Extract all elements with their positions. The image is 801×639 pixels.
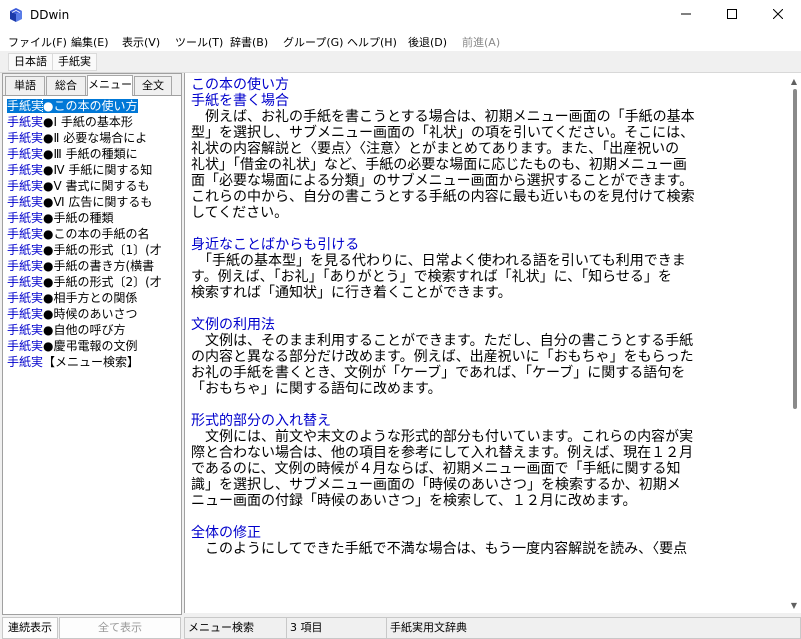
list-item[interactable]: 手紙実●手紙の書き方(横書: [7, 258, 177, 274]
index-pane: 単語 総合 メニュー 全文 手紙実●この本の使い方 手紙実●Ⅰ 手紙の基本形 手…: [2, 73, 182, 615]
scroll-up-arrow-icon[interactable]: ▲: [789, 77, 799, 86]
book-icon: [10, 8, 22, 22]
list-item[interactable]: 手紙実●時候のあいさつ: [7, 306, 177, 322]
close-icon: [772, 8, 784, 20]
paragraph-line: 文例は、そのまま利用することができます。ただし、自分の書こうとする手紙: [191, 333, 694, 349]
section-heading: 形式的部分の入れ替え: [191, 413, 331, 429]
list-item[interactable]: 手紙実●慶弔電報の文例: [7, 338, 177, 354]
list-item[interactable]: 手紙実●手紙の形式〔1〕(才: [7, 242, 177, 258]
status-dictionary: 手紙実用文辞典: [386, 617, 801, 639]
menu-tools[interactable]: ツール(T): [175, 34, 223, 50]
section-heading: 文例の利用法: [191, 317, 275, 333]
list-item[interactable]: 手紙実●Ⅵ 広告に関するも: [7, 194, 177, 210]
menu-forward[interactable]: 前進(A): [462, 34, 500, 50]
article-content: この本の使い方 手紙を書く場合 例えば、お礼の手紙を書こうとする場合は、初期メニュ…: [191, 77, 766, 557]
menu-view[interactable]: 表示(V): [122, 34, 160, 50]
list-item[interactable]: 手紙実●手紙の形式〔2〕(才: [7, 274, 177, 290]
paragraph-line: 文例には、前文や末文のような形式的部分も付いています。これらの内容が実: [191, 429, 694, 445]
paragraph-line: 例えば、お礼の手紙を書こうとする場合は、初期メニュー画面の「手紙の基本: [191, 109, 695, 125]
show-all-button[interactable]: 全て表示: [59, 617, 181, 639]
paragraph-line: 「手紙の基本型」を見る代わりに、日常よく使われる語を引いても利用できま: [191, 253, 686, 269]
section-heading: 手紙を書く場合: [191, 93, 289, 109]
paragraph-line: の内容と異なる部分だけ改めます。例えば、出産祝いに「おもちゃ」をもらった: [191, 349, 694, 365]
list-item[interactable]: 手紙実●相手方との関係: [7, 290, 177, 306]
tab-menu[interactable]: メニュー: [87, 75, 133, 96]
list-item[interactable]: 手紙実●自他の呼び方: [7, 322, 177, 338]
paragraph-line: 礼状の内容解説と〈要点〉〈注意〉とがまとめてあります。また、「出産祝いの: [191, 141, 680, 157]
menu-file[interactable]: ファイル(F): [8, 34, 67, 50]
paragraph-line: してください。: [191, 205, 289, 221]
paragraph-line: 型」を選択し、サブメニュー画面の「礼状」の項を引いてください。そこには、: [191, 125, 695, 141]
maximize-button[interactable]: [709, 0, 755, 31]
search-mode-tabs: 単語 総合 メニュー 全文: [3, 74, 181, 96]
vertical-scrollbar-thumb[interactable]: [793, 89, 797, 409]
paragraph-line: す。例えば、「お礼」「ありがとう」で検索すれば「礼状」に、「知らせる」を: [191, 269, 672, 285]
list-item[interactable]: 手紙実【メニュー検索】: [7, 354, 177, 370]
menu-help[interactable]: ヘルプ(H): [347, 34, 397, 50]
tab-fulltext[interactable]: 全文: [134, 76, 172, 95]
minimize-icon: [681, 13, 691, 15]
close-button[interactable]: [755, 0, 801, 31]
paragraph-line: 際と合わない場合は、他の項目を参考にして入れ替えます。例えば、現在１２月: [191, 445, 694, 461]
section-heading: 身近なことばからも引ける: [191, 237, 360, 253]
list-item[interactable]: 手紙実●Ⅰ 手紙の基本形: [7, 114, 177, 130]
list-item[interactable]: 手紙実●Ⅱ 必要な場合によ: [7, 130, 177, 146]
scroll-down-arrow-icon[interactable]: ▼: [789, 601, 799, 610]
paragraph-line: このようにしてできた手紙で不満な場合は、もう一度内容解説を読み、〈要点: [191, 541, 688, 557]
dictionary-bar: 日本語 手紙実: [0, 51, 801, 73]
paragraph-line: これらの中から、自分の書こうとする手紙の内容に最も近いものを見付けて検索: [191, 189, 695, 205]
paragraph-line: ニュー画面の付録「時候のあいさつ」を検索して、１２月に改めます。: [191, 493, 637, 509]
menu-dictionary[interactable]: 辞書(B): [230, 34, 268, 50]
title-bar: DDwin: [0, 0, 801, 31]
paragraph-line: 識」を選択し、サブメニュー画面の「時候のあいさつ」を検索するか、初期メ: [191, 477, 681, 493]
tab-general[interactable]: 総合: [46, 76, 86, 95]
content-pane: この本の使い方 手紙を書く場合 例えば、お礼の手紙を書こうとする場合は、初期メニュ…: [184, 73, 801, 613]
paragraph-line: であるのに、文例の時候が４月ならば、初期メニュー画面で「手紙に関する知: [191, 461, 681, 477]
dictionary-tab-letters[interactable]: 手紙実: [52, 53, 97, 71]
list-item[interactable]: 手紙実●Ⅳ 手紙に関する知: [7, 162, 177, 178]
section-heading: 全体の修正: [191, 525, 261, 541]
language-tab-japanese[interactable]: 日本語: [8, 53, 53, 71]
menu-group[interactable]: グループ(G): [283, 34, 343, 50]
list-item[interactable]: 手紙実●手紙の種類: [7, 210, 177, 226]
list-item[interactable]: 手紙実●Ⅴ 書式に関するも: [7, 178, 177, 194]
list-item[interactable]: 手紙実●この本の手紙の名: [7, 226, 177, 242]
menu-edit[interactable]: 編集(E): [71, 34, 109, 50]
section-heading: この本の使い方: [191, 77, 289, 93]
list-item[interactable]: 手紙実●Ⅲ 手紙の種類に: [7, 146, 177, 162]
continuous-display-button[interactable]: 連続表示: [2, 617, 58, 639]
status-mode: メニュー検索: [184, 617, 287, 639]
maximize-icon: [727, 9, 737, 19]
paragraph-line: 面「必要な場面による分類」のサブメニュー画面から選択することができます。: [191, 173, 694, 189]
tab-word[interactable]: 単語: [5, 76, 45, 95]
paragraph-line: お礼の手紙を書くとき、文例が「ケーブ」であれば、「ケーブ」に関する語句を: [191, 365, 686, 381]
menu-back[interactable]: 後退(D): [408, 34, 447, 50]
list-item[interactable]: 手紙実●この本の使い方: [7, 98, 177, 114]
status-count: 3 項目: [286, 617, 387, 639]
menu-bar: ファイル(F) 編集(E) 表示(V) ツール(T) 辞書(B) グループ(G)…: [0, 31, 801, 51]
paragraph-line: 検索すれば「通知状」に行き着くことができます。: [191, 285, 512, 301]
entry-list: 手紙実●この本の使い方 手紙実●Ⅰ 手紙の基本形 手紙実●Ⅱ 必要な場合によ 手…: [7, 98, 181, 370]
minimize-button[interactable]: [663, 0, 709, 31]
window-title: DDwin: [30, 8, 70, 22]
paragraph-line: 礼状」「借金の礼状」など、手紙の必要な場面に応じたものも、初期メニュー画: [191, 157, 687, 173]
paragraph-line: 「おもちゃ」に関する語句に改めます。: [191, 381, 442, 397]
